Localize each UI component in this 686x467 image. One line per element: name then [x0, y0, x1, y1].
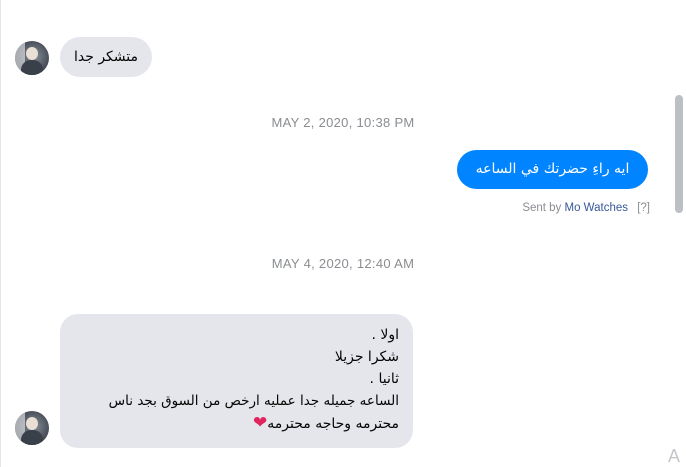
incoming-message-bubble[interactable]: متشكر جدا: [60, 37, 152, 77]
message-line: محترمه وحاجه محترمه: [267, 416, 399, 432]
panel-border: [0, 0, 1, 467]
message-line: شكرا جزيلا: [334, 349, 399, 365]
sender-name-link[interactable]: Mo Watches: [565, 202, 628, 214]
message-text: متشكر جدا: [73, 49, 138, 65]
outgoing-message-bubble[interactable]: ايه راءِ حضرتك في الساعه: [457, 150, 648, 189]
message-text: ايه راءِ حضرتك في الساعه: [475, 161, 630, 177]
message-line: الساعه جميله جدا عمليه ارخص من السوق بجد…: [108, 393, 399, 409]
message-line: اولا .: [371, 327, 399, 343]
cut-off-text: A: [668, 446, 681, 466]
scrollbar-thumb[interactable]: [675, 95, 683, 213]
heart-icon: ❤: [253, 413, 268, 433]
sender-avatar[interactable]: [15, 41, 49, 75]
incoming-message-bubble[interactable]: اولا . شكرا جزيلا ثانيا . الساعه جميله ج…: [60, 314, 413, 448]
message-line: ثانيا .: [369, 371, 399, 387]
message-timestamp: MAY 2, 2020, 10:38 PM: [271, 115, 415, 130]
message-timestamp: MAY 4, 2020, 12:40 AM: [271, 256, 415, 271]
message-line-with-emoji: محترمه وحاجه محترمه❤: [69, 412, 399, 435]
sender-avatar[interactable]: [15, 411, 49, 445]
sent-by-label: Sent by Mo Watches [?]: [522, 202, 650, 214]
help-link[interactable]: [?]: [637, 202, 650, 214]
